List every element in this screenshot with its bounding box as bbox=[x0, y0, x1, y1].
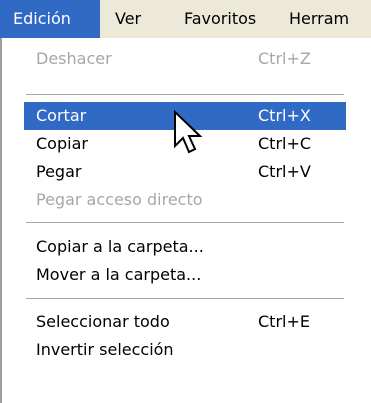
menu-item-label: Copiar bbox=[36, 134, 88, 153]
menu-item-mover-a-la-carpeta[interactable]: Mover a la carpeta... bbox=[24, 261, 346, 289]
menu-item-shortcut: Ctrl+C bbox=[258, 134, 312, 153]
menu-item-shortcut: Ctrl+Z bbox=[258, 49, 311, 68]
menu-item-shortcut: Ctrl+X bbox=[258, 106, 311, 125]
menubar-item-ver[interactable]: Ver bbox=[115, 0, 141, 38]
menu-item-label: Deshacer bbox=[36, 49, 112, 68]
menu-item-label: Mover a la carpeta... bbox=[36, 265, 202, 284]
menubar-item-herramientas[interactable]: Herram bbox=[289, 0, 349, 38]
menu-item-shortcut: Ctrl+V bbox=[258, 162, 311, 181]
menu-item-shortcut: Ctrl+E bbox=[258, 312, 310, 331]
menu-separator bbox=[26, 94, 344, 96]
menu-item-label: Cortar bbox=[36, 106, 87, 125]
menu-item-invertir-seleccion[interactable]: Invertir selección bbox=[24, 336, 346, 364]
menu-item-label: Pegar acceso directo bbox=[36, 190, 203, 209]
menubar-item-favoritos[interactable]: Favoritos bbox=[184, 0, 256, 38]
menu-item-label: Copiar a la carpeta... bbox=[36, 237, 204, 256]
menu-item-label: Pegar bbox=[36, 162, 82, 181]
menubar-item-edicion[interactable]: Edición bbox=[0, 0, 100, 38]
menu-item-label: Invertir selección bbox=[36, 340, 174, 359]
menu-separator bbox=[26, 298, 344, 300]
edit-dropdown-menu: Deshacer Ctrl+Z Cortar Ctrl+X Copiar Ctr… bbox=[0, 38, 371, 403]
menu-item-seleccionar-todo[interactable]: Seleccionar todo Ctrl+E bbox=[24, 308, 346, 336]
mouse-pointer-icon bbox=[174, 110, 203, 154]
explorer-window-edit-menu: Edición Ver Favoritos Herram Deshacer Ct… bbox=[0, 0, 371, 403]
menu-item-deshacer: Deshacer Ctrl+Z bbox=[24, 45, 346, 73]
menu-separator bbox=[26, 222, 344, 224]
menu-bar: Edición Ver Favoritos Herram bbox=[0, 0, 371, 39]
menu-item-copiar-a-la-carpeta[interactable]: Copiar a la carpeta... bbox=[24, 233, 346, 261]
menu-item-label: Seleccionar todo bbox=[36, 312, 170, 331]
menu-item-pegar[interactable]: Pegar Ctrl+V bbox=[24, 158, 346, 186]
menu-item-pegar-acceso-directo: Pegar acceso directo bbox=[24, 186, 346, 214]
